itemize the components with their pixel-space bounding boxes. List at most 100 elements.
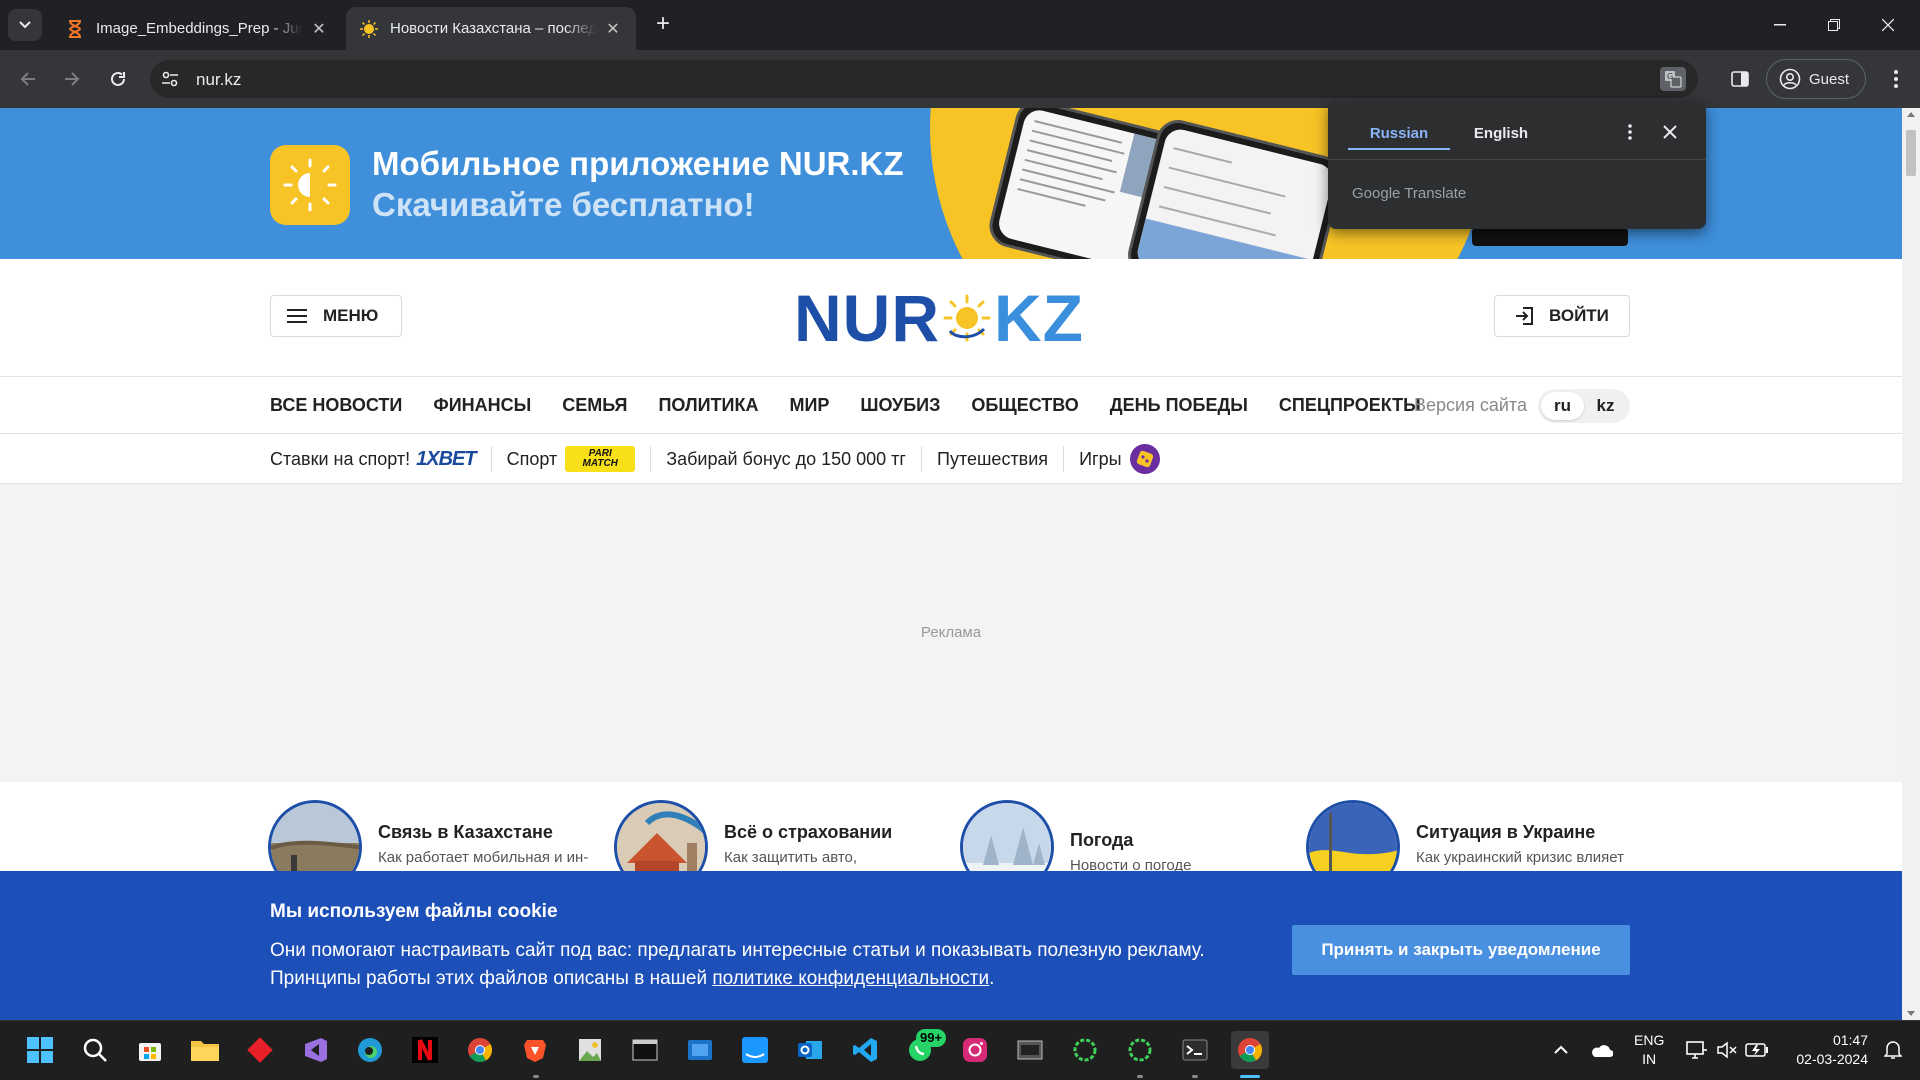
- tab-search-button[interactable]: [8, 9, 42, 41]
- accept-cookies-button[interactable]: Принять и закрыть уведомление: [1292, 925, 1630, 975]
- forward-button[interactable]: [56, 63, 88, 95]
- more-vert-icon: [1894, 70, 1898, 88]
- system-clock[interactable]: 01:47 02-03-2024: [1784, 1031, 1868, 1069]
- battery-charging-icon[interactable]: [1738, 1031, 1776, 1069]
- brave-icon[interactable]: [516, 1031, 554, 1069]
- page-scrollbar[interactable]: [1902, 108, 1920, 1020]
- topic-title: Ситуация в Украине: [1416, 822, 1596, 842]
- translate-source-tab[interactable]: Russian: [1348, 118, 1450, 150]
- cookie-body-line2: Принципы работы этих файлов описаны в на…: [270, 968, 713, 989]
- microsoft-store-icon[interactable]: [131, 1031, 169, 1069]
- address-bar[interactable]: nur.kz G: [150, 60, 1698, 98]
- lang-kz-option[interactable]: kz: [1584, 392, 1627, 420]
- back-button[interactable]: [12, 63, 44, 95]
- nav-politics[interactable]: ПОЛИТИКА: [658, 395, 758, 416]
- windows-sandbox-icon[interactable]: [681, 1031, 719, 1069]
- close-tab-icon[interactable]: ✕: [604, 20, 622, 38]
- profile-button[interactable]: Guest: [1766, 59, 1866, 99]
- start-button[interactable]: [21, 1031, 59, 1069]
- site-logo[interactable]: NUR KZ: [794, 281, 1084, 355]
- nav-all-news[interactable]: ВСЕ НОВОСТИ: [270, 395, 402, 416]
- translate-target-tab[interactable]: English: [1450, 118, 1552, 150]
- subnav-games[interactable]: Игры: [1064, 444, 1174, 474]
- new-tab-button[interactable]: +: [650, 12, 676, 38]
- chrome-icon[interactable]: [461, 1031, 499, 1069]
- restore-button[interactable]: [1814, 8, 1854, 42]
- minimize-button[interactable]: [1760, 8, 1800, 42]
- vscode-icon[interactable]: [846, 1031, 884, 1069]
- page-viewport: Мобильное приложение NUR.KZ Скачивайте б…: [0, 108, 1902, 1020]
- edge-icon[interactable]: [351, 1031, 389, 1069]
- nav-special-projects[interactable]: СПЕЦПРОЕКТЫ: [1279, 395, 1421, 416]
- circle-app-icon[interactable]: [1066, 1031, 1104, 1069]
- whatsapp-badge: 99+: [916, 1029, 947, 1047]
- lang-ru-option[interactable]: ru: [1541, 392, 1584, 420]
- language-switch[interactable]: ru kz: [1538, 389, 1630, 423]
- netflix-icon[interactable]: [406, 1031, 444, 1069]
- nav-family[interactable]: СЕМЬЯ: [562, 395, 627, 416]
- privacy-policy-link[interactable]: политике конфиденциальности: [712, 968, 989, 989]
- notifications-button[interactable]: [1874, 1031, 1912, 1069]
- chrome-taskbar-active-icon[interactable]: [1231, 1031, 1269, 1069]
- running-indicator: [1137, 1075, 1143, 1078]
- clock-time: 01:47: [1832, 1032, 1868, 1048]
- tab-jupyter[interactable]: Image_Embeddings_Prep - Jupy ✕: [52, 7, 342, 50]
- reload-button[interactable]: [102, 63, 134, 95]
- login-button[interactable]: ВОЙТИ: [1494, 295, 1630, 337]
- subnav-travel[interactable]: Путешествия: [922, 446, 1065, 472]
- translate-icon[interactable]: G: [1660, 67, 1686, 91]
- promo-headline: Мобильное приложение NUR.KZ: [372, 145, 904, 182]
- translate-options-button[interactable]: [1618, 120, 1642, 144]
- input-language-indicator[interactable]: ENG IN: [1634, 1031, 1664, 1069]
- circle-app-2-icon[interactable]: [1121, 1031, 1159, 1069]
- onedrive-icon[interactable]: [1582, 1031, 1620, 1069]
- terminal-icon[interactable]: [1176, 1031, 1214, 1069]
- file-explorer-icon[interactable]: [186, 1031, 224, 1069]
- subnav-sports-betting[interactable]: Ставки на спорт! 1XBET: [270, 446, 492, 472]
- chevron-up-icon: [1554, 1045, 1568, 1054]
- tab-title: Image_Embeddings_Prep - Jupy: [96, 20, 302, 37]
- scroll-down-icon[interactable]: [1907, 1011, 1915, 1016]
- instagram-icon[interactable]: [956, 1031, 994, 1069]
- close-tab-icon[interactable]: ✕: [310, 20, 328, 38]
- ad-label: Реклама: [920, 624, 982, 641]
- topic-title: Всё о страховании: [724, 822, 893, 842]
- app-store-button[interactable]: [1472, 228, 1628, 246]
- parimatch-logo: PARI MATCH: [565, 446, 636, 472]
- close-window-button[interactable]: [1868, 8, 1908, 42]
- menu-button[interactable]: МЕНЮ: [270, 295, 402, 337]
- ad-placeholder: Реклама: [0, 484, 1902, 782]
- browser-toolbar: nur.kz G Guest: [0, 50, 1920, 108]
- lang-line1: ENG: [1634, 1032, 1665, 1048]
- terminal-window-icon[interactable]: [626, 1031, 664, 1069]
- windows-logo-icon: [27, 1037, 53, 1063]
- side-panel-button[interactable]: [1724, 63, 1756, 95]
- translate-close-button[interactable]: [1658, 120, 1682, 144]
- subnav-bonus[interactable]: Забирай бонус до 150 000 тг: [651, 446, 922, 472]
- browser-menu-button[interactable]: [1880, 63, 1912, 95]
- search-icon: [83, 1038, 107, 1062]
- nav-showbiz[interactable]: ШОУБИЗ: [860, 395, 940, 416]
- tab-nur-kz[interactable]: Новости Казахстана – последн ✕: [346, 7, 636, 50]
- outlook-icon[interactable]: [791, 1031, 829, 1069]
- nav-victory-day[interactable]: ДЕНЬ ПОБЕДЫ: [1110, 395, 1248, 416]
- virtual-machine-icon[interactable]: [1011, 1031, 1049, 1069]
- bell-icon: [1884, 1041, 1902, 1059]
- show-hidden-icons-button[interactable]: [1542, 1031, 1580, 1069]
- site-version-label: Версия сайта: [1414, 395, 1527, 415]
- 1xbet-logo: 1XBET: [416, 447, 476, 470]
- visual-studio-icon[interactable]: [296, 1031, 334, 1069]
- site-info-icon[interactable]: [160, 69, 180, 89]
- git-app-icon[interactable]: [241, 1031, 279, 1069]
- cookie-body: Они помогают настраивать сайт под вас: п…: [270, 937, 1270, 993]
- scrollbar-thumb[interactable]: [1906, 130, 1916, 176]
- search-taskbar-button[interactable]: [76, 1031, 114, 1069]
- subnav-label: Забирай бонус до 150 000 тг: [666, 448, 906, 469]
- scroll-up-icon[interactable]: [1907, 112, 1915, 117]
- nav-finance[interactable]: ФИНАНСЫ: [433, 395, 531, 416]
- subnav-sport[interactable]: Спорт PARI MATCH: [492, 446, 652, 472]
- prime-video-icon[interactable]: [736, 1031, 774, 1069]
- image-viewer-icon[interactable]: [571, 1031, 609, 1069]
- nav-society[interactable]: ОБЩЕСТВО: [971, 395, 1078, 416]
- nav-world[interactable]: МИР: [789, 395, 829, 416]
